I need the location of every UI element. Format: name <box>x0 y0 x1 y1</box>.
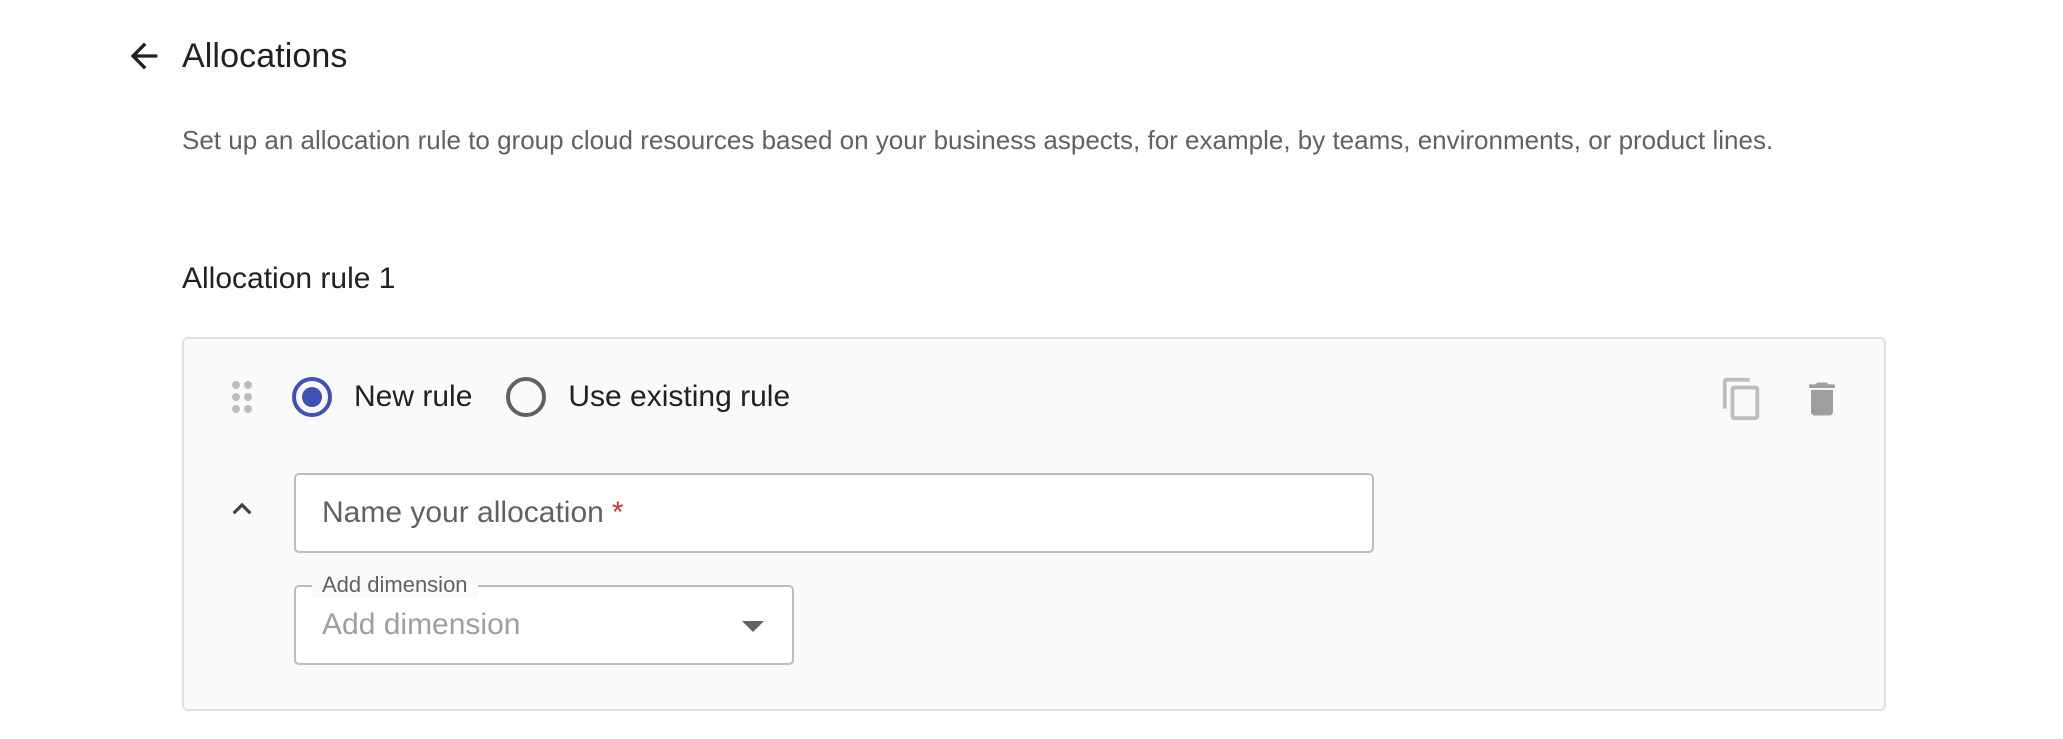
page-header: Allocations <box>118 30 348 82</box>
page-description: Set up an allocation rule to group cloud… <box>182 125 1774 155</box>
rule-card-actions <box>1716 373 1848 425</box>
copy-icon <box>1722 377 1760 421</box>
page-title: Allocations <box>182 36 348 75</box>
rule-type-radio-group: New rule Use existing rule <box>292 375 824 419</box>
collapse-rule-button[interactable] <box>220 487 264 531</box>
allocation-rule-title: Allocation rule 1 <box>182 262 396 295</box>
trash-icon <box>1809 382 1835 416</box>
drag-handle-icon[interactable] <box>230 379 254 415</box>
radio-new-rule-label: New rule <box>354 380 473 413</box>
radio-unchecked-icon[interactable] <box>506 377 547 417</box>
allocation-name-input[interactable]: Name your allocation * <box>294 473 1374 553</box>
add-dimension-select[interactable]: Add dimension Add dimension <box>294 572 794 665</box>
back-button[interactable] <box>118 30 170 82</box>
allocation-rule-card: New rule Use existing rule Name your all… <box>182 337 1886 711</box>
delete-rule-button[interactable] <box>1796 373 1848 425</box>
dropdown-arrow-icon[interactable] <box>742 621 764 632</box>
add-dimension-placeholder: Add dimension <box>322 608 521 641</box>
radio-use-existing-rule[interactable]: Use existing rule <box>506 377 790 417</box>
radio-dot <box>302 387 322 407</box>
arrow-back-icon <box>130 42 158 70</box>
duplicate-rule-button[interactable] <box>1716 373 1768 425</box>
chevron-up-icon <box>232 502 252 515</box>
radio-new-rule[interactable]: New rule <box>292 377 472 417</box>
radio-use-existing-rule-label: Use existing rule <box>568 380 791 413</box>
radio-checked-icon[interactable] <box>292 377 332 417</box>
allocation-name-placeholder: Name your allocation <box>322 496 604 529</box>
required-indicator: * <box>611 496 624 529</box>
